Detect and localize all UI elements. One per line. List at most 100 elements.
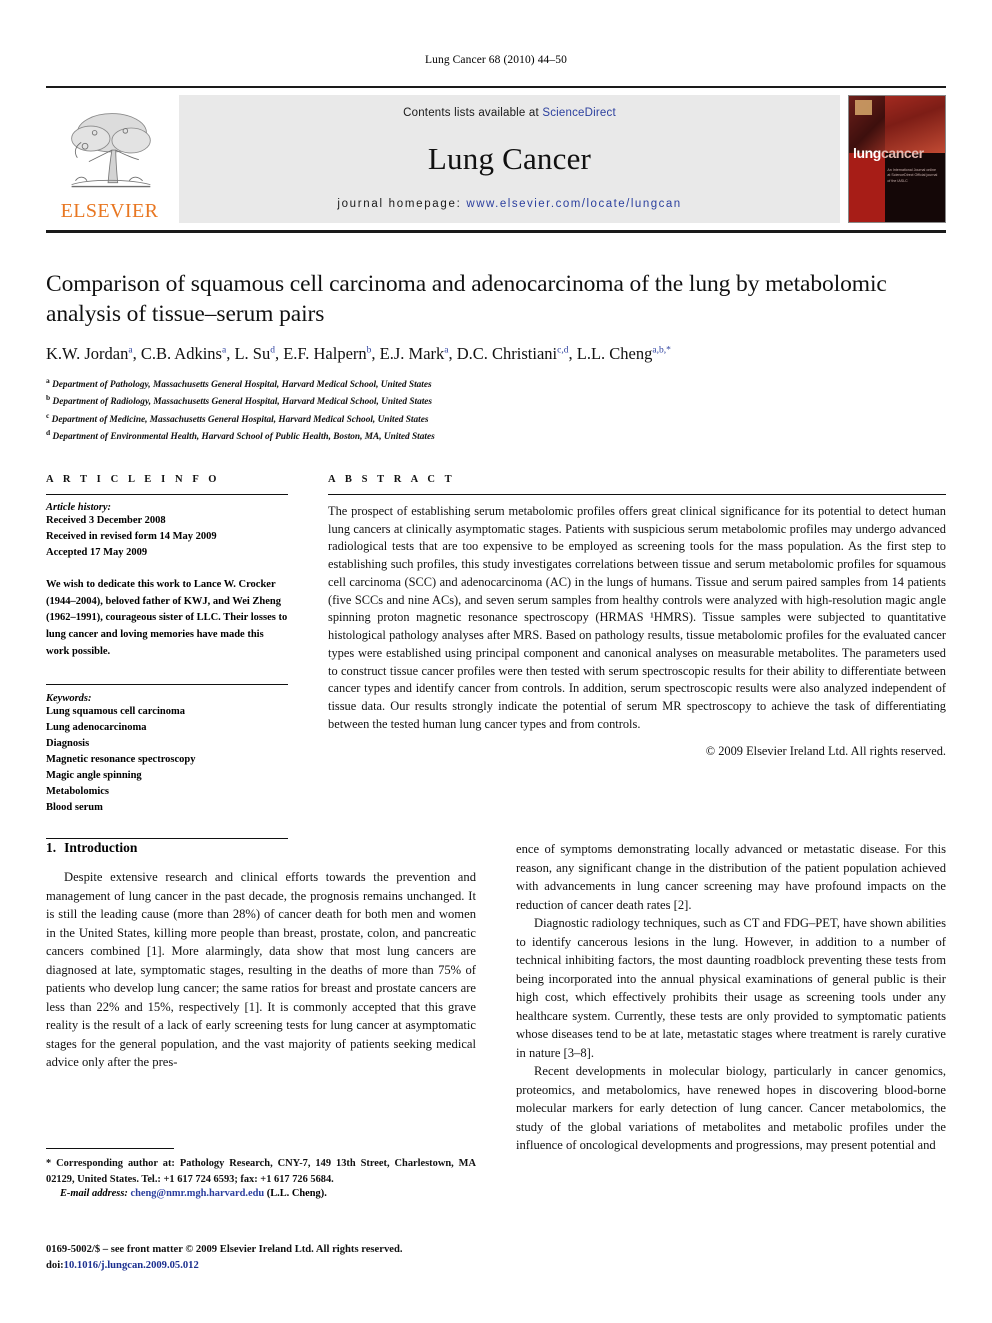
body-column-left: 1. Introduction Despite extensive researc… xyxy=(46,840,476,1155)
cover-word-cancer: cancer xyxy=(880,145,924,162)
issn-line: 0169-5002/$ – see front matter © 2009 El… xyxy=(46,1244,403,1255)
keyword-3: Magnetic resonance spectroscopy xyxy=(46,754,196,765)
affiliation-text: Department of Environmental Health, Harv… xyxy=(52,432,435,443)
author-name: D.C. Christiani xyxy=(456,344,558,364)
cover-subtitle: An International Journal online at Scien… xyxy=(887,167,938,183)
author-affil-marker: b xyxy=(366,345,372,356)
footnote-rule xyxy=(46,1148,174,1149)
keywords-bottom-rule xyxy=(46,837,288,839)
doi-link[interactable]: 10.1016/j.lungcan.2009.05.012 xyxy=(64,1260,199,1271)
affiliation-marker: d xyxy=(46,428,51,438)
author-name: E.F. Halpern xyxy=(283,344,367,364)
keyword-4: Magic angle spinning xyxy=(46,769,142,781)
keywords-heading: Keywords: xyxy=(46,693,92,705)
affiliation-marker: c xyxy=(46,410,50,420)
email-owner: (L.L. Cheng). xyxy=(266,1188,327,1200)
corresponding-author-note: * Corresponding author at: Pathology Res… xyxy=(46,1158,476,1185)
intro-paragraph-1: Despite extensive research and clinical … xyxy=(46,870,476,1069)
article-info-label: A R T I C L E I N F O xyxy=(46,474,221,485)
abstract-text: The prospect of establishing serum metab… xyxy=(328,504,946,731)
author-4[interactable]: E.J. Marka xyxy=(380,344,449,363)
journal-title: Lung Cancer xyxy=(427,140,592,176)
author-3[interactable]: E.F. Halpernb xyxy=(283,344,371,363)
article-info-rule xyxy=(46,494,288,495)
footnote-block: * Corresponding author at: Pathology Res… xyxy=(46,1148,476,1199)
doi-line: doi:10.1016/j.lungcan.2009.05.012 xyxy=(46,1258,476,1274)
cover-stamp-icon xyxy=(855,100,872,115)
article-history-received: Received 3 December 2008 xyxy=(46,515,166,526)
author-affil-marker: a,b,* xyxy=(652,345,671,356)
affiliation-text: Department of Radiology, Massachusetts G… xyxy=(52,397,433,408)
author-affil-marker: a xyxy=(221,345,227,356)
author-name: E.J. Mark xyxy=(379,344,445,364)
affiliation-d: d Department of Environmental Health, Ha… xyxy=(46,427,946,445)
masthead-bottom-rule xyxy=(46,230,946,233)
paper-page: Lung Cancer 68 (2010) 44–50 ELSEVIER Con… xyxy=(0,0,992,1323)
journal-cover-thumbnail: lungcancer An International Journal onli… xyxy=(848,95,946,223)
contents-prefix: Contents lists available at xyxy=(403,107,539,119)
homepage-label: journal homepage: xyxy=(337,198,462,210)
keyword-2: Diagnosis xyxy=(46,738,90,750)
email-label: E-mail address: xyxy=(60,1188,128,1200)
body-columns: 1. Introduction Despite extensive researc… xyxy=(46,840,946,1155)
author-1[interactable]: C.B. Adkinsa xyxy=(141,344,226,363)
homepage-link[interactable]: www.elsevier.com/locate/lungcan xyxy=(466,198,681,210)
author-6[interactable]: L.L. Chenga,b,* xyxy=(577,344,671,363)
author-name: K.W. Jordan xyxy=(46,344,129,364)
keyword-0: Lung squamous cell carcinoma xyxy=(46,706,185,718)
author-affil-marker: a xyxy=(444,345,449,356)
abstract-label: A B S T R A C T xyxy=(328,474,456,485)
author-0[interactable]: K.W. Jordana xyxy=(46,344,133,363)
title-block: Comparison of squamous cell carcinoma an… xyxy=(46,270,946,445)
intro-paragraph-1-cont: ence of symptoms demonstrating locally a… xyxy=(516,842,946,912)
keywords-top-rule xyxy=(46,684,288,686)
author-list: K.W. Jordana, C.B. Adkinsa, L. Sud, E.F.… xyxy=(46,344,671,364)
email-link[interactable]: cheng@nmr.mgh.harvard.edu xyxy=(130,1188,264,1199)
elsevier-logo: ELSEVIER xyxy=(46,95,173,223)
section-heading-introduction: 1. Introduction xyxy=(46,840,476,856)
sciencedirect-link[interactable]: ScienceDirect xyxy=(542,107,616,119)
article-history-accepted: Accepted 17 May 2009 xyxy=(46,546,148,558)
keyword-5: Metabolomics xyxy=(46,785,109,797)
affiliation-marker: b xyxy=(46,393,51,403)
cover-wordmark: lungcancer xyxy=(853,146,924,160)
contents-available-line: Contents lists available at ScienceDirec… xyxy=(403,107,616,119)
author-affil-marker: c,d xyxy=(557,345,569,356)
affiliation-text: Department of Medicine, Massachusetts Ge… xyxy=(51,414,429,425)
author-name: L.L. Cheng xyxy=(576,344,653,364)
body-column-right: ence of symptoms demonstrating locally a… xyxy=(516,840,946,1155)
affiliation-marker: a xyxy=(46,375,50,385)
author-name: C.B. Adkins xyxy=(140,344,222,364)
article-history-revised: Received in revised form 14 May 2009 xyxy=(46,530,217,542)
author-affil-marker: d xyxy=(270,345,275,356)
journal-masthead: ELSEVIER Contents lists available at Sci… xyxy=(46,86,946,223)
abstract-column: A B S T R A C T The prospect of establis… xyxy=(328,474,946,839)
section-title: Introduction xyxy=(64,840,138,855)
author-2[interactable]: L. Sud xyxy=(234,344,275,363)
intro-paragraph-3: Recent developments in molecular biology… xyxy=(516,1064,946,1152)
doi-prefix: doi: xyxy=(46,1260,64,1272)
info-abstract-row: A R T I C L E I N F O Article history: R… xyxy=(46,474,946,839)
journal-homepage-line: journal homepage: www.elsevier.com/locat… xyxy=(337,198,681,210)
article-history-heading: Article history: xyxy=(46,502,112,513)
issn-doi-block: 0169-5002/$ – see front matter © 2009 El… xyxy=(46,1242,476,1275)
abstract-copyright: © 2009 Elsevier Ireland Ltd. All rights … xyxy=(705,743,946,758)
affiliation-c: c Department of Medicine, Massachusetts … xyxy=(46,410,946,428)
corresponding-email-line: E-mail address: cheng@nmr.mgh.harvard.ed… xyxy=(46,1188,476,1199)
dedication-note: We wish to dedicate this work to Lance W… xyxy=(46,579,288,657)
elsevier-wordmark: ELSEVIER xyxy=(60,200,159,222)
author-5[interactable]: D.C. Christianic,d xyxy=(457,344,569,363)
page-title: Comparison of squamous cell carcinoma an… xyxy=(46,271,887,327)
keyword-6: Blood serum xyxy=(46,801,103,813)
cover-word-lung: lung xyxy=(853,145,881,162)
abstract-rule xyxy=(328,494,946,495)
journal-band: Contents lists available at ScienceDirec… xyxy=(179,95,840,223)
affiliation-b: b Department of Radiology, Massachusetts… xyxy=(46,392,946,410)
running-head: Lung Cancer 68 (2010) 44–50 xyxy=(425,54,567,66)
author-affil-marker: a xyxy=(128,345,133,356)
affiliation-text: Department of Pathology, Massachusetts G… xyxy=(52,379,432,390)
section-number: 1. xyxy=(46,840,57,855)
affiliation-list: a Department of Pathology, Massachusetts… xyxy=(46,375,946,445)
article-info-column: A R T I C L E I N F O Article history: R… xyxy=(46,474,288,839)
author-name: L. Su xyxy=(234,344,271,364)
